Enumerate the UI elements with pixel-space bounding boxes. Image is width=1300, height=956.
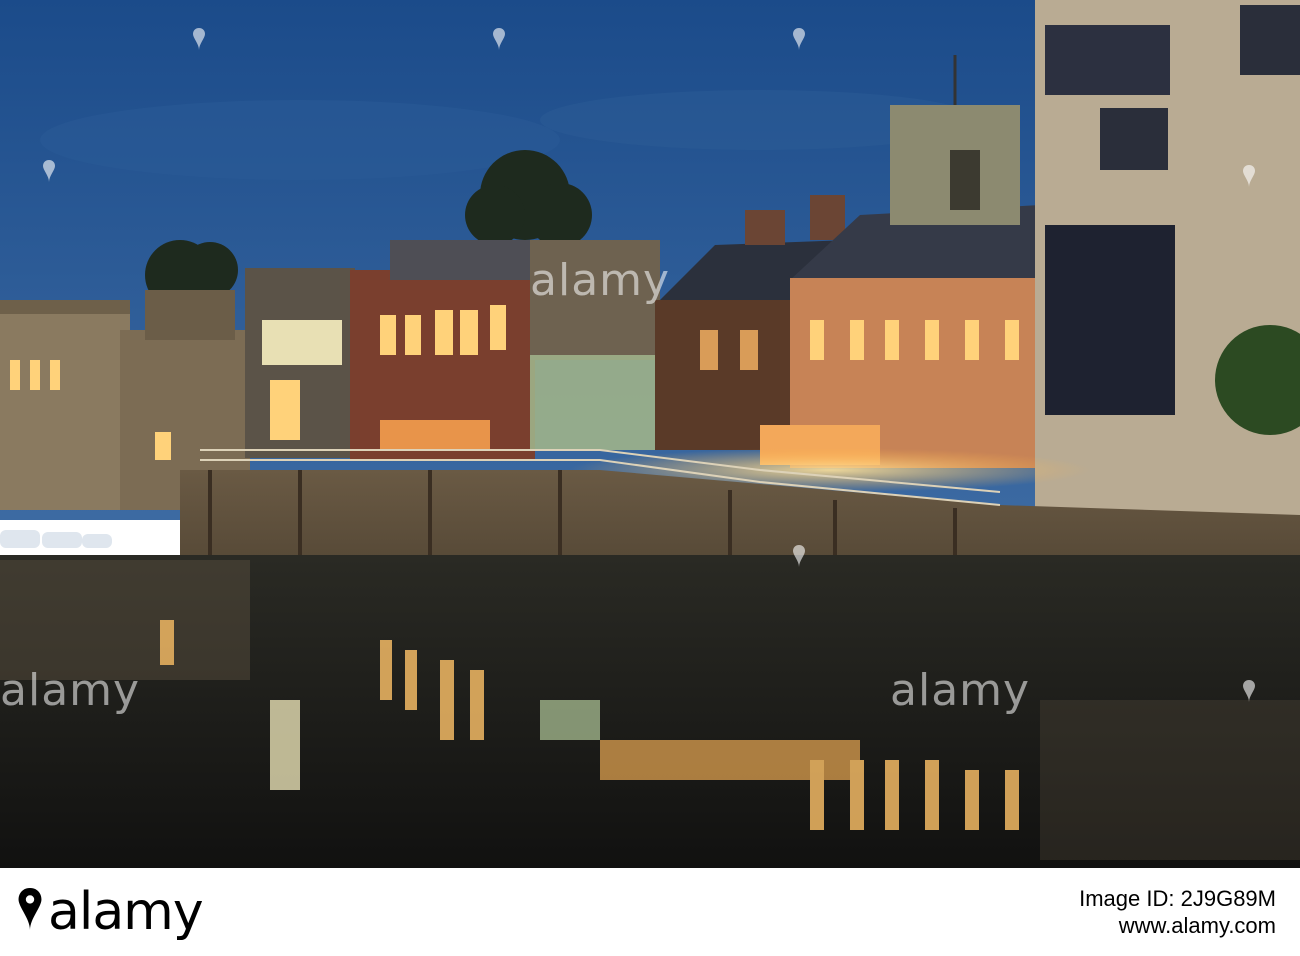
modern-tall-building xyxy=(1035,0,1300,515)
image-id-label: Image ID: xyxy=(1079,886,1175,911)
image-info: Image ID: 2J9G89M www.alamy.com xyxy=(1079,886,1276,940)
riverside-night-photo: alamy alamy alamy xyxy=(0,0,1300,868)
moored-boats xyxy=(0,530,112,548)
footer-bar: alamy Image ID: 2J9G89M www.alamy.com xyxy=(0,868,1300,956)
site-url[interactable]: www.alamy.com xyxy=(1079,912,1276,940)
image-id-line: Image ID: 2J9G89M xyxy=(1079,886,1276,912)
alamy-pin-icon xyxy=(18,888,42,930)
image-id-value: 2J9G89M xyxy=(1180,886,1276,911)
alamy-brand-logo: alamy xyxy=(48,882,204,942)
